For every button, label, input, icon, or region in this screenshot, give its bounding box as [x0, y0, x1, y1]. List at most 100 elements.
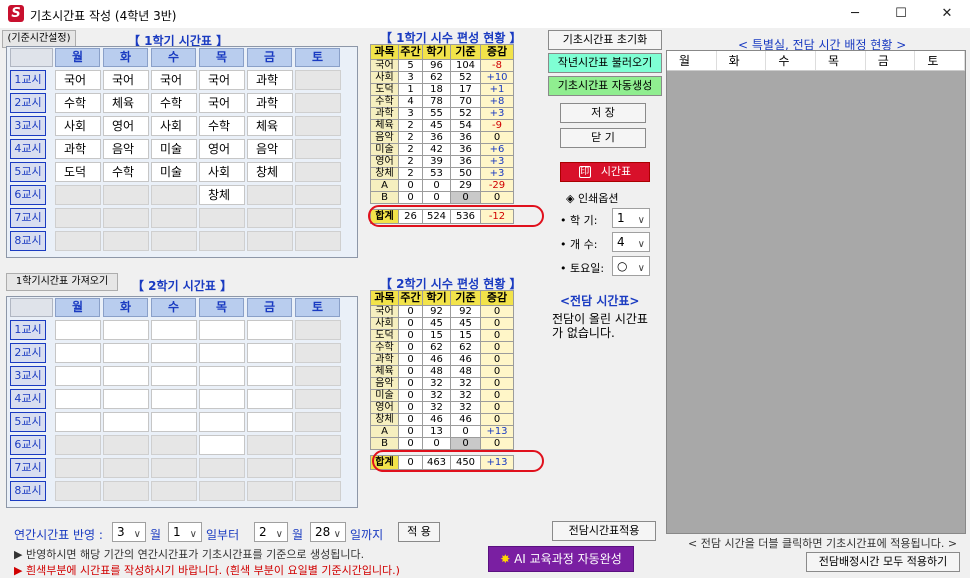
maximize-button[interactable]: ☐: [878, 0, 924, 28]
timetable-cell[interactable]: [199, 231, 245, 251]
period-button[interactable]: 2교시: [10, 343, 46, 363]
count-select[interactable]: 4 ∨: [612, 232, 650, 252]
timetable-cell[interactable]: [295, 320, 341, 340]
timetable-cell[interactable]: [55, 435, 101, 455]
timetable-cell[interactable]: [55, 320, 101, 340]
timetable-cell[interactable]: 국어: [199, 70, 245, 90]
timetable-cell[interactable]: 영어: [103, 116, 149, 136]
timetable-cell[interactable]: [295, 185, 341, 205]
timetable-cell[interactable]: [55, 412, 101, 432]
load-last-year-button[interactable]: 작년시간표 불러오기: [548, 53, 662, 73]
subject-cell[interactable]: A: [370, 179, 399, 192]
subject-cell[interactable]: 사회: [370, 71, 399, 84]
timetable-cell[interactable]: [103, 185, 149, 205]
subject-cell[interactable]: 창체: [370, 167, 399, 180]
timetable-cell[interactable]: [295, 162, 341, 182]
subject-cell[interactable]: B: [370, 191, 399, 204]
timetable-cell[interactable]: [55, 185, 101, 205]
period-button[interactable]: 5교시: [10, 412, 46, 432]
subject-cell[interactable]: 도덕: [370, 83, 399, 96]
subject-cell[interactable]: 미술: [370, 389, 399, 402]
timetable-cell[interactable]: 도덕: [55, 162, 101, 182]
timetable-cell[interactable]: 국어: [103, 70, 149, 90]
subject-cell[interactable]: A: [370, 425, 399, 438]
special-room-grid[interactable]: [666, 50, 966, 534]
timetable-cell[interactable]: [295, 481, 341, 501]
timetable-cell[interactable]: [295, 412, 341, 432]
subject-cell[interactable]: 음악: [370, 377, 399, 390]
minimize-button[interactable]: ─: [832, 0, 878, 28]
period-button[interactable]: 6교시: [10, 435, 46, 455]
timetable-cell[interactable]: [199, 389, 245, 409]
timetable-cell[interactable]: [103, 458, 149, 478]
period-button[interactable]: 1교시: [10, 320, 46, 340]
timetable-cell[interactable]: [295, 139, 341, 159]
timetable-cell[interactable]: [247, 320, 293, 340]
timetable-cell[interactable]: 창체: [247, 162, 293, 182]
semester-select[interactable]: 1 ∨: [612, 208, 650, 228]
timetable-cell[interactable]: [151, 185, 197, 205]
timetable-cell[interactable]: 영어: [199, 139, 245, 159]
timetable-cell[interactable]: [199, 366, 245, 386]
period-button[interactable]: 4교시: [10, 389, 46, 409]
timetable-cell[interactable]: [103, 412, 149, 432]
print-timetable-button[interactable]: 印 시간표: [560, 162, 650, 182]
timetable-cell[interactable]: 창체: [199, 185, 245, 205]
timetable-cell[interactable]: [199, 343, 245, 363]
timetable-cell[interactable]: [295, 231, 341, 251]
subject-cell[interactable]: 사회: [370, 317, 399, 330]
subject-cell[interactable]: 과학: [370, 107, 399, 120]
timetable-cell[interactable]: 수학: [151, 93, 197, 113]
subject-cell[interactable]: 미술: [370, 143, 399, 156]
timetable-cell[interactable]: [103, 320, 149, 340]
apply-all-dedicated-button[interactable]: 전담배정시간 모두 적용하기: [806, 552, 960, 572]
timetable-cell[interactable]: [151, 208, 197, 228]
timetable-cell[interactable]: [199, 481, 245, 501]
timetable-cell[interactable]: [151, 366, 197, 386]
timetable-cell[interactable]: [247, 231, 293, 251]
period-button[interactable]: 7교시: [10, 208, 46, 228]
timetable-cell[interactable]: [55, 208, 101, 228]
timetable-cell[interactable]: 과학: [247, 70, 293, 90]
subject-cell[interactable]: 음악: [370, 131, 399, 144]
subject-cell[interactable]: 영어: [370, 155, 399, 168]
timetable-cell[interactable]: [295, 70, 341, 90]
timetable-cell[interactable]: 미술: [151, 139, 197, 159]
timetable-cell[interactable]: [151, 412, 197, 432]
timetable-cell[interactable]: [295, 458, 341, 478]
close-window-button[interactable]: ✕: [924, 0, 970, 28]
ai-autocomplete-button[interactable]: ✸ AI 교육과정 자동완성: [488, 546, 634, 572]
timetable-cell[interactable]: 수학: [103, 162, 149, 182]
timetable-cell[interactable]: [199, 208, 245, 228]
timetable-cell[interactable]: [55, 231, 101, 251]
timetable-cell[interactable]: 국어: [55, 70, 101, 90]
period-button[interactable]: 4교시: [10, 139, 46, 159]
subject-cell[interactable]: 체육: [370, 119, 399, 132]
apply-dedicated-button[interactable]: 전담시간표적용: [552, 521, 656, 541]
timetable-cell[interactable]: 사회: [55, 116, 101, 136]
timetable-cell[interactable]: [151, 481, 197, 501]
timetable-cell[interactable]: 미술: [151, 162, 197, 182]
timetable-cell[interactable]: [295, 435, 341, 455]
reset-timetable-button[interactable]: 기초시간표 초기화: [548, 30, 662, 50]
timetable-cell[interactable]: [151, 458, 197, 478]
timetable-cell[interactable]: [103, 435, 149, 455]
timetable-cell[interactable]: [55, 366, 101, 386]
period-button[interactable]: 6교시: [10, 185, 46, 205]
timetable-cell[interactable]: [247, 435, 293, 455]
timetable-cell[interactable]: [151, 231, 197, 251]
timetable-cell[interactable]: [295, 343, 341, 363]
subject-cell[interactable]: 영어: [370, 401, 399, 414]
timetable-cell[interactable]: 음악: [247, 139, 293, 159]
timetable-cell[interactable]: [103, 366, 149, 386]
subject-cell[interactable]: 수학: [370, 95, 399, 108]
timetable-cell[interactable]: [247, 412, 293, 432]
timetable-cell[interactable]: [55, 389, 101, 409]
period-button[interactable]: 1교시: [10, 70, 46, 90]
timetable-cell[interactable]: 체육: [247, 116, 293, 136]
timetable-cell[interactable]: 음악: [103, 139, 149, 159]
subject-cell[interactable]: B: [370, 437, 399, 450]
subject-cell[interactable]: 창체: [370, 413, 399, 426]
timetable-cell[interactable]: 사회: [199, 162, 245, 182]
timetable-cell[interactable]: [247, 481, 293, 501]
